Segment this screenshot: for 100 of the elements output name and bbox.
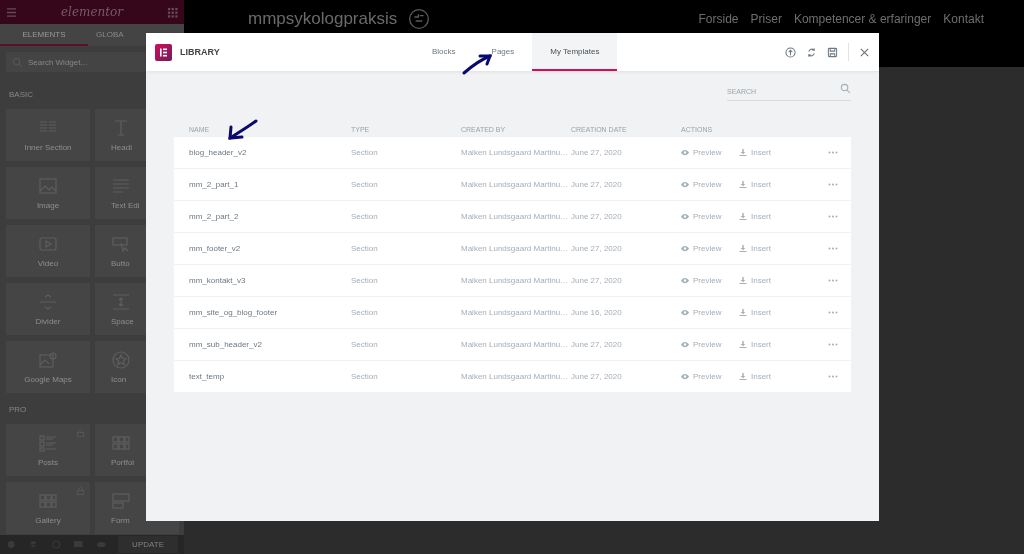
more-icon[interactable] [828, 150, 838, 154]
preview-button[interactable]: Preview [681, 371, 722, 381]
table-cell-text: Section [351, 179, 379, 189]
table-cell-text: Maiken Lundsgaard Martinu… [461, 307, 570, 317]
eye-icon [681, 212, 689, 220]
library-tab[interactable]: Blocks [414, 33, 474, 71]
widget-tile[interactable]: Inner Section [6, 109, 90, 161]
apps-grid-icon[interactable] [167, 6, 178, 18]
annotation-arrow [226, 118, 260, 142]
table-cell-text: June 27, 2020 [571, 275, 623, 285]
table-cell-text: Maiken Lundsgaard Martinu… [461, 179, 570, 189]
table-cell-text: Section [351, 307, 379, 317]
widget-tile[interactable]: Google Maps [6, 341, 90, 393]
widget-label: Inner Section [24, 142, 72, 152]
widget-label: Google Maps [24, 374, 72, 384]
table-cell-text: mm_kontakt_v3 [189, 275, 247, 285]
elementor-logo-icon [155, 43, 172, 61]
table-cell-text: Maiken Lundsgaard Martinu… [461, 275, 570, 285]
more-icon[interactable] [828, 310, 838, 314]
download-icon [739, 372, 747, 380]
download-icon [739, 180, 747, 188]
map-pin-icon [38, 350, 58, 369]
table-cell-text: Maiken Lundsgaard Martinu… [461, 147, 570, 157]
nav-link[interactable]: Forside [698, 9, 739, 29]
nav-link[interactable]: Priser [750, 9, 782, 29]
update-button[interactable]: UPDATE [118, 536, 178, 553]
eye-icon [681, 180, 689, 188]
table-cell-text: Section [351, 147, 379, 157]
preview-button[interactable]: Preview [681, 275, 722, 285]
table-cell-text: Maiken Lundsgaard Martinu… [461, 371, 570, 381]
section-title: BASIC [9, 90, 34, 99]
insert-button[interactable]: Insert [739, 179, 771, 189]
insert-button[interactable]: Insert [739, 147, 771, 157]
download-icon [739, 212, 747, 220]
widget-label: Form [111, 515, 130, 525]
more-icon[interactable] [828, 342, 838, 346]
elementor-logo: elementor [60, 5, 123, 19]
more-icon[interactable] [828, 246, 838, 250]
widget-label: Video [37, 258, 59, 268]
save-icon[interactable] [827, 46, 838, 58]
eye-icon [681, 148, 689, 156]
download-icon [739, 148, 747, 156]
table-cell-text: June 27, 2020 [571, 179, 623, 189]
insert-button[interactable]: Insert [739, 307, 771, 317]
table-cell-text: Section [351, 339, 379, 349]
preview-button[interactable]: Preview [681, 211, 722, 221]
insert-button[interactable]: Insert [739, 371, 771, 381]
library-tab[interactable]: My Templates [532, 33, 618, 71]
table-cell-text: text_temp [189, 371, 226, 381]
widget-tile[interactable]: Divider [6, 283, 90, 335]
nav-link[interactable]: Kompetencer & erfaringer [793, 9, 932, 29]
eye-icon [681, 308, 689, 316]
table-cell-text: June 27, 2020 [571, 371, 623, 381]
eye-icon [681, 276, 689, 284]
widget-label: Posts [38, 457, 58, 467]
widget-label: Icon [111, 374, 127, 384]
widget-tile[interactable]: Image [6, 167, 90, 219]
more-icon[interactable] [828, 182, 838, 186]
insert-button[interactable]: Insert [739, 339, 771, 349]
table-cell-text: June 27, 2020 [571, 147, 623, 157]
table-cell-text: Maiken Lundsgaard Martinu… [461, 339, 570, 349]
nav-link[interactable]: Kontakt [943, 9, 984, 29]
preview-button[interactable]: Preview [681, 179, 722, 189]
widget-tile[interactable]: Gallery [6, 482, 90, 534]
widget-label: Divider [35, 316, 61, 326]
table-cell-text: mm_sub_header_v2 [189, 339, 263, 349]
download-icon [739, 308, 747, 316]
close-icon[interactable] [859, 46, 870, 58]
upload-icon[interactable] [785, 46, 796, 58]
widget-label: Space [111, 316, 134, 326]
menu-icon[interactable] [6, 6, 17, 18]
preview-button[interactable]: Preview [681, 339, 722, 349]
library-tab[interactable]: Pages [473, 33, 533, 71]
search-icon [840, 83, 851, 94]
widget-tile[interactable]: Video [6, 225, 90, 277]
emblem-icon [409, 9, 430, 29]
more-icon[interactable] [828, 278, 838, 282]
panel-tab[interactable]: ELEMENTS [0, 24, 88, 46]
sync-icon[interactable] [806, 46, 817, 58]
eye-icon [681, 372, 689, 380]
table-cell-text: Section [351, 211, 379, 221]
cursor-button-icon [111, 234, 131, 253]
insert-button[interactable]: Insert [739, 243, 771, 253]
more-icon[interactable] [828, 374, 838, 378]
annotation-arrow [460, 52, 494, 76]
widget-tile[interactable]: Posts [6, 424, 90, 476]
download-icon [739, 276, 747, 284]
table-cell-text: mm_footer_v2 [189, 243, 242, 253]
widget-label: Butto [111, 258, 130, 268]
preview-button[interactable]: Preview [681, 307, 722, 317]
site-title: mmpsykologpraksis [248, 9, 398, 29]
insert-button[interactable]: Insert [739, 275, 771, 285]
preview-button[interactable]: Preview [681, 243, 722, 253]
table-cell-text: June 27, 2020 [571, 339, 623, 349]
preview-button[interactable]: Preview [681, 147, 722, 157]
more-icon[interactable] [828, 214, 838, 218]
insert-button[interactable]: Insert [739, 211, 771, 221]
table-cell-text: Section [351, 243, 379, 253]
table-cell-text: mm_2_part_2 [189, 211, 240, 221]
widget-label: Portfol [111, 457, 135, 467]
